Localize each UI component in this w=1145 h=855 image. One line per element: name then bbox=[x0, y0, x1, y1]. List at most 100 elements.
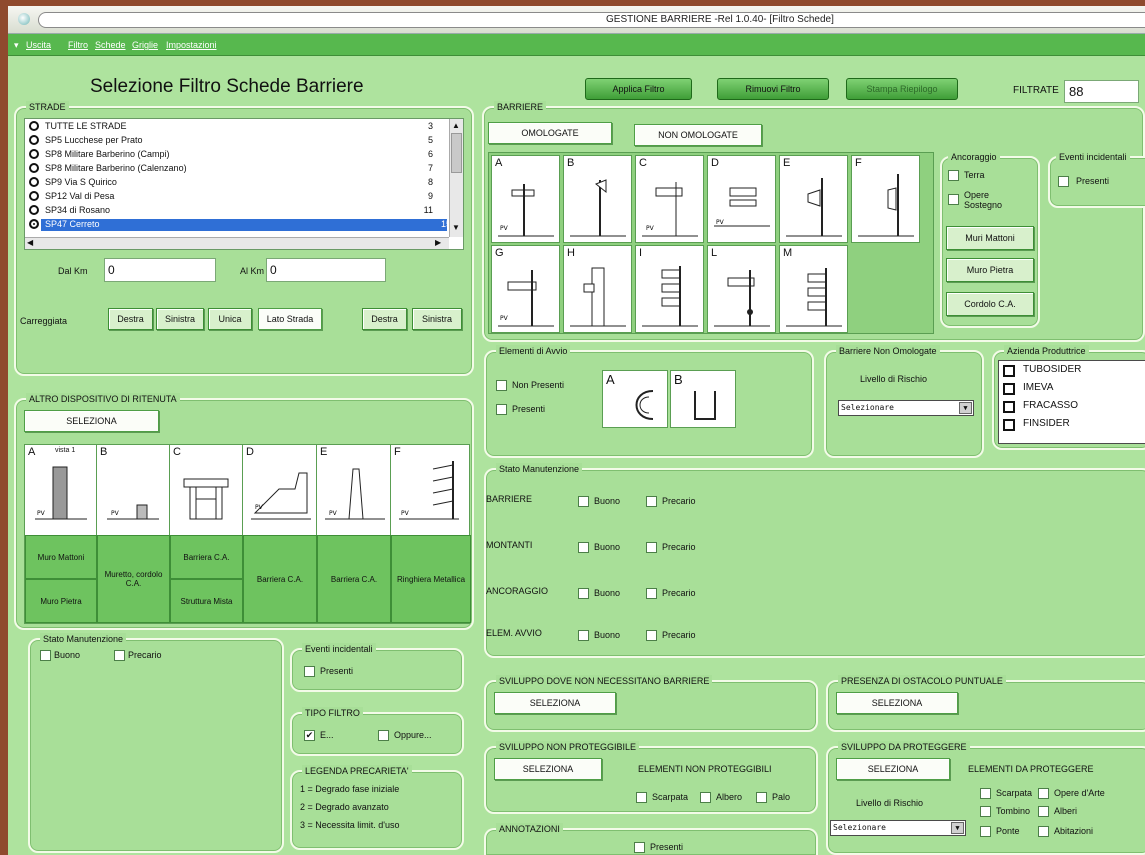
horizontal-scrollbar[interactable]: ◀ ▶ bbox=[25, 237, 449, 249]
tab-non-omologate[interactable]: NON OMOLOGATE bbox=[634, 124, 762, 146]
list-item[interactable]: SP8 Militare Barberino (Calenzano) 7 bbox=[25, 163, 445, 175]
sviluppo-da-livello-select[interactable]: Selezionare ▼ bbox=[830, 820, 966, 836]
caption-muretto[interactable]: Muretto, cordolo C.A. bbox=[97, 535, 170, 623]
radio-icon[interactable] bbox=[29, 177, 39, 187]
scroll-left-icon[interactable]: ◀ bbox=[27, 238, 33, 247]
sviluppo-da-seleziona-button[interactable]: SELEZIONA bbox=[836, 758, 950, 780]
ancoraggio-buono-checkbox[interactable] bbox=[578, 588, 589, 599]
da-ponte-checkbox[interactable] bbox=[980, 826, 991, 837]
caption-muro-pietra[interactable]: Muro Pietra bbox=[25, 579, 97, 623]
barriera-tile-m[interactable]: M bbox=[779, 245, 848, 333]
eventi-right-presenti-checkbox[interactable] bbox=[1058, 176, 1069, 187]
tubosider-checkbox[interactable] bbox=[1003, 365, 1015, 377]
list-item[interactable]: SP34 di Rosano 11 bbox=[25, 205, 445, 217]
menu-filtro[interactable]: Filtro bbox=[68, 40, 88, 50]
lato-sinistra-button[interactable]: Sinistra bbox=[412, 308, 462, 330]
opere-sostegno-checkbox[interactable] bbox=[948, 194, 959, 205]
al-km-input[interactable]: 0 bbox=[266, 258, 386, 282]
da-tombino-checkbox[interactable] bbox=[980, 806, 991, 817]
altro-tile-c[interactable]: C bbox=[170, 445, 243, 535]
list-item[interactable]: SP9 Via S Quirico 8 bbox=[25, 177, 445, 189]
da-alberi-checkbox[interactable] bbox=[1038, 806, 1049, 817]
scroll-thumb[interactable] bbox=[451, 133, 462, 173]
terra-checkbox[interactable] bbox=[948, 170, 959, 181]
list-item[interactable]: SP8 Militare Barberino (Campi) 6 bbox=[25, 149, 445, 161]
menu-griglie[interactable]: Griglie bbox=[132, 40, 158, 50]
list-item[interactable]: SP12 Val di Pesa 9 bbox=[25, 191, 445, 203]
barriera-tile-c[interactable]: C PV bbox=[635, 155, 704, 243]
altro-tile-e[interactable]: E PV bbox=[317, 445, 391, 535]
radio-icon[interactable] bbox=[29, 121, 39, 131]
caption-barriera-ca-e[interactable]: Barriera C.A. bbox=[317, 535, 391, 623]
chevron-down-icon[interactable]: ▼ bbox=[951, 822, 964, 834]
albero-checkbox[interactable] bbox=[700, 792, 711, 803]
radio-icon[interactable] bbox=[29, 191, 39, 201]
altro-tile-b[interactable]: B PV bbox=[97, 445, 170, 535]
app-icon[interactable] bbox=[18, 13, 30, 25]
eventi-presenti-checkbox[interactable] bbox=[304, 666, 315, 677]
chevron-down-icon[interactable]: ▼ bbox=[959, 402, 972, 414]
scroll-right-icon[interactable]: ▶ bbox=[435, 238, 441, 247]
scarpata-checkbox[interactable] bbox=[636, 792, 647, 803]
carreggiata-unica-button[interactable]: Unica bbox=[208, 308, 252, 330]
elem-avvio-buono-checkbox[interactable] bbox=[578, 630, 589, 641]
livello-rischio-select[interactable]: Selezionare ▼ bbox=[838, 400, 974, 416]
avvio-presenti-checkbox[interactable] bbox=[496, 404, 507, 415]
avvio-tile-b[interactable]: B bbox=[670, 370, 736, 428]
carreggiata-sinistra-button[interactable]: Sinistra bbox=[156, 308, 204, 330]
caption-barriera-ca-c[interactable]: Barriera C.A. bbox=[170, 535, 243, 579]
menu-uscita[interactable]: Uscita bbox=[26, 40, 51, 50]
cordolo-button[interactable]: Cordolo C.A. bbox=[946, 292, 1034, 316]
e-checkbox[interactable]: ✔ bbox=[304, 730, 315, 741]
radio-selected-icon[interactable] bbox=[29, 219, 39, 229]
altro-tile-a[interactable]: A vista 1 PV bbox=[25, 445, 97, 535]
list-item[interactable]: SP5 Lucchese per Prato 5 bbox=[25, 135, 445, 147]
altro-seleziona-button[interactable]: SELEZIONA bbox=[24, 410, 159, 432]
altro-tile-f[interactable]: F PV bbox=[391, 445, 471, 535]
barriera-tile-a[interactable]: A PV bbox=[491, 155, 560, 243]
list-item[interactable]: TUTTE LE STRADE 3 bbox=[25, 121, 445, 133]
elem-avvio-precario-checkbox[interactable] bbox=[646, 630, 657, 641]
barriera-tile-h[interactable]: H bbox=[563, 245, 632, 333]
barriera-tile-l[interactable]: L bbox=[707, 245, 776, 333]
barriera-tile-i[interactable]: I bbox=[635, 245, 704, 333]
montanti-precario-checkbox[interactable] bbox=[646, 542, 657, 553]
lato-destra-button[interactable]: Destra bbox=[362, 308, 407, 330]
fracasso-checkbox[interactable] bbox=[1003, 401, 1015, 413]
radio-icon[interactable] bbox=[29, 135, 39, 145]
barriere-buono-checkbox[interactable] bbox=[578, 496, 589, 507]
scroll-up-icon[interactable]: ▲ bbox=[452, 121, 460, 130]
finsider-checkbox[interactable] bbox=[1003, 419, 1015, 431]
radio-icon[interactable] bbox=[29, 205, 39, 215]
da-scarpata-checkbox[interactable] bbox=[980, 788, 991, 799]
ancoraggio-precario-checkbox[interactable] bbox=[646, 588, 657, 599]
tab-omologate[interactable]: OMOLOGATE bbox=[488, 122, 612, 144]
barriera-tile-b[interactable]: B bbox=[563, 155, 632, 243]
avvio-tile-a[interactable]: A bbox=[602, 370, 668, 428]
buono-checkbox[interactable] bbox=[40, 650, 51, 661]
barriera-tile-e[interactable]: E bbox=[779, 155, 848, 243]
da-opere-checkbox[interactable] bbox=[1038, 788, 1049, 799]
sviluppo-dove-seleziona-button[interactable]: SELEZIONA bbox=[494, 692, 616, 714]
list-item-selected[interactable]: SP47 Cerreto 15 bbox=[41, 219, 451, 231]
radio-icon[interactable] bbox=[29, 163, 39, 173]
annotazioni-presenti-checkbox[interactable] bbox=[634, 842, 645, 853]
menu-schede[interactable]: Schede bbox=[95, 40, 126, 50]
oppure-checkbox[interactable] bbox=[378, 730, 389, 741]
palo-checkbox[interactable] bbox=[756, 792, 767, 803]
montanti-buono-checkbox[interactable] bbox=[578, 542, 589, 553]
vertical-scrollbar[interactable]: ▲ ▼ bbox=[449, 119, 463, 237]
barriere-precario-checkbox[interactable] bbox=[646, 496, 657, 507]
menu-impostazioni[interactable]: Impostazioni bbox=[166, 40, 217, 50]
barriera-tile-d[interactable]: D PV bbox=[707, 155, 776, 243]
dal-km-input[interactable]: 0 bbox=[104, 258, 216, 282]
da-abitazioni-checkbox[interactable] bbox=[1038, 826, 1049, 837]
non-presenti-checkbox[interactable] bbox=[496, 380, 507, 391]
remove-filter-button[interactable]: Rimuovi Filtro bbox=[717, 78, 829, 100]
carreggiata-destra-button[interactable]: Destra bbox=[108, 308, 153, 330]
caption-muro-mattoni[interactable]: Muro Mattoni bbox=[25, 535, 97, 579]
sviluppo-non-seleziona-button[interactable]: SELEZIONA bbox=[494, 758, 602, 780]
caption-barriera-ca-d[interactable]: Barriera C.A. bbox=[243, 535, 317, 623]
altro-tile-d[interactable]: D PV bbox=[243, 445, 317, 535]
strade-list[interactable]: TUTTE LE STRADE 3 SP5 Lucchese per Prato 5… bbox=[24, 118, 464, 250]
